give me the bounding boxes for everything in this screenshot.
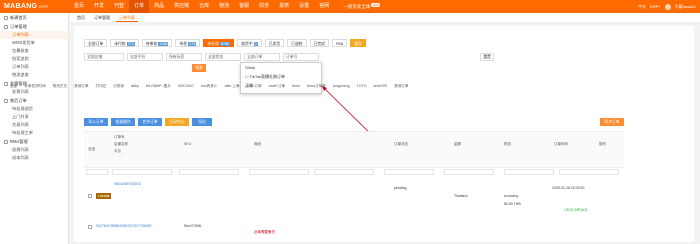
order-logistics: economy [504, 194, 519, 198]
order-status: pending [394, 186, 407, 190]
col-amount: 金额 [454, 142, 461, 146]
table-header: 全选 订单号 店铺名称 平台 SKU 商品 订单状态 金额 物流 订单时间 操作 [84, 131, 624, 168]
chip-row: 全部 订单发货时间 物流方式 其他订单 打印过 已排序 abby MLY888P… [10, 82, 575, 90]
chip[interactable]: temu订单号 [307, 82, 326, 90]
col-store: 店铺名称 [114, 142, 128, 146]
search-cell[interactable] [444, 169, 494, 175]
search-row [84, 168, 624, 176]
print-button[interactable]: 打印中心 [165, 118, 189, 126]
chip[interactable]: MLY888P--图片 [146, 82, 171, 90]
chip[interactable]: 物流方式 [53, 82, 67, 90]
chip[interactable]: 其他订单 [394, 82, 408, 90]
chip-row-1: 全部 订单发货时间 物流方式 其他订单 打印过 已排序 abby MLY888P… [10, 82, 575, 90]
table-row[interactable]: 00276470598924567872077255DR Red 070ML 此… [84, 222, 624, 236]
row-checkbox[interactable] [88, 225, 92, 229]
select-all[interactable]: 全选 [88, 147, 95, 152]
col-status: 订单状态 [394, 142, 408, 146]
chip[interactable]: 打印过 [96, 82, 107, 90]
search-cell[interactable] [504, 169, 554, 175]
chip[interactable]: ottle 上海 [225, 82, 240, 90]
order-id[interactable]: 98342087920572 [114, 182, 141, 186]
search-cell[interactable] [112, 169, 172, 175]
chip[interactable]: ewall 订单 [269, 82, 285, 90]
chip[interactable]: NOCNOC [178, 82, 194, 90]
chip[interactable]: ertal 订单 [247, 82, 262, 90]
table-row[interactable]: Lazada 98342087920572 pending Thailand e… [84, 180, 624, 218]
chip[interactable]: 全部 [10, 82, 17, 90]
chip[interactable]: tongzheng [333, 82, 350, 90]
col-product: 商品 [254, 142, 261, 146]
store-badge: Lazada [96, 193, 112, 199]
chip[interactable]: abby [131, 82, 139, 90]
order-id[interactable]: 00276470598924567872077255DR [96, 224, 152, 228]
col-sku: SKU [184, 142, 192, 146]
search-cell[interactable] [559, 169, 619, 175]
import-button[interactable]: 导入订单 [84, 118, 108, 126]
col-order-id: 订单号 [114, 135, 125, 139]
order-sku: Red 070ML [184, 224, 203, 228]
col-platform: 平台 [114, 149, 121, 153]
col-logistics: 物流 [504, 142, 511, 146]
chip[interactable]: 已排序 [113, 82, 124, 90]
order-country: Thailand [454, 194, 468, 198]
chip[interactable]: sheinSR [374, 82, 388, 90]
export-button[interactable]: 导出 [192, 118, 212, 126]
order-amount: 80.00 THB [504, 202, 521, 206]
search-cell[interactable] [179, 169, 239, 175]
col-time: 订单时间 [554, 142, 568, 146]
chip[interactable]: 其他订单 [74, 82, 88, 90]
chip[interactable]: shu有多少 [201, 82, 218, 90]
search-cell[interactable] [249, 169, 309, 175]
merge-button[interactable]: 合并订单 [138, 118, 162, 126]
col-actions: 操作 [599, 142, 606, 146]
search-cell[interactable] [384, 169, 434, 175]
search-cell[interactable] [86, 169, 108, 175]
chip[interactable]: 订单发货时间 [24, 82, 46, 90]
sync-button[interactable]: 同步订单 [600, 118, 624, 126]
order-time: 2025-02-26 22:03:20 [552, 186, 585, 190]
row-checkbox[interactable] [88, 194, 92, 198]
order-note: 此单需要备货 [254, 230, 275, 234]
search-cell[interactable] [314, 169, 374, 175]
chip[interactable]: temu [292, 82, 300, 90]
chip[interactable]: TOTO [357, 82, 367, 90]
batch-button[interactable]: 批量操作 [111, 118, 135, 126]
ship-countdown: 1天22小时16分 [564, 208, 588, 212]
